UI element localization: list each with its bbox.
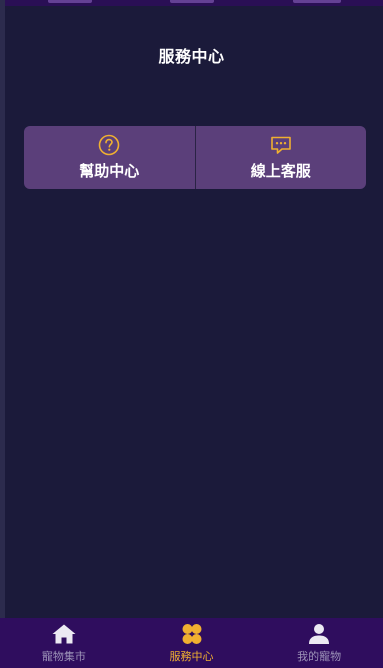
chat-bubble-icon <box>269 134 293 156</box>
clover-icon <box>179 623 205 645</box>
clipped-tab-fragment <box>48 0 92 3</box>
help-center-label: 幫助中心 <box>79 162 140 180</box>
help-center-button[interactable]: 幫助中心 <box>24 126 195 189</box>
nav-label: 寵物集市 <box>41 649 86 663</box>
service-center-screen <box>5 6 381 618</box>
clipped-tab-fragment <box>170 0 214 3</box>
online-support-button[interactable]: 線上客服 <box>196 126 367 189</box>
home-icon <box>51 623 77 645</box>
page-title: 服務中心 <box>158 47 225 66</box>
nav-item-service-center[interactable]: 服務中心 <box>128 618 256 668</box>
service-card: 幫助中心 線上客服 <box>24 126 366 189</box>
nav-item-my-pets[interactable]: 我的寵物 <box>255 618 383 668</box>
nav-item-pet-market[interactable]: 寵物集市 <box>0 618 128 668</box>
bottom-nav: 寵物集市 服務中心 我的寵物 <box>0 618 383 668</box>
help-circle-icon <box>97 134 121 156</box>
online-support-label: 線上客服 <box>250 162 311 180</box>
clipped-tab-fragment <box>293 0 341 3</box>
user-icon <box>306 623 332 645</box>
nav-label: 我的寵物 <box>297 649 342 663</box>
nav-label: 服務中心 <box>169 649 214 663</box>
